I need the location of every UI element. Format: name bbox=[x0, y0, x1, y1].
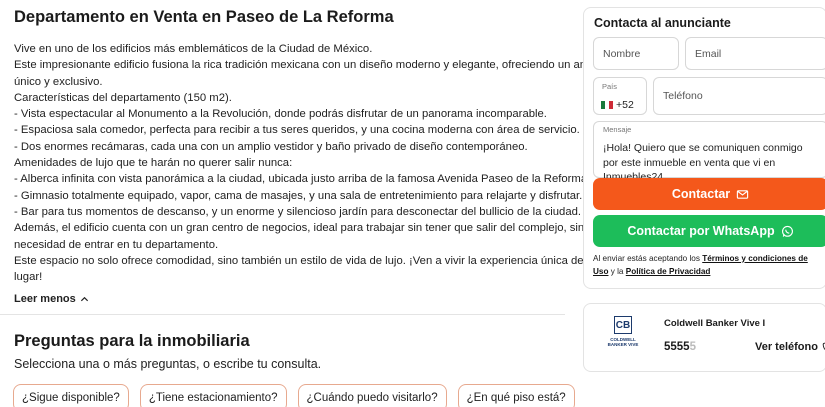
country-code-value: +52 bbox=[616, 99, 634, 111]
country-code-select[interactable]: País +52 bbox=[593, 77, 647, 115]
legal-text: Al enviar estás aceptando los Términos y… bbox=[593, 254, 808, 276]
phone-field[interactable]: Teléfono bbox=[653, 77, 825, 115]
description-line: Además, el edificio cuenta con un gran c… bbox=[14, 222, 585, 235]
read-less-label: Leer menos bbox=[14, 293, 76, 306]
contact-form-title: Contacta al anunciante bbox=[594, 16, 731, 30]
name-placeholder: Nombre bbox=[603, 47, 641, 60]
listing-description-section: Departamento en Venta en Paseo de La Ref… bbox=[14, 8, 620, 307]
description-line: - Alberca infinita con vista panorámica … bbox=[14, 173, 591, 186]
description-line: Este espacio no solo ofrece comodidad, s… bbox=[14, 254, 609, 267]
mexico-flag-icon bbox=[601, 101, 613, 109]
contact-form: Contacta al anunciante Nombre Email País… bbox=[583, 7, 825, 289]
questions-title: Preguntas para la inmobiliaria bbox=[14, 332, 250, 350]
whatsapp-button[interactable]: Contactar por WhatsApp bbox=[593, 215, 825, 247]
description-line: - Espaciosa sala comedor, perfecta para … bbox=[14, 124, 580, 137]
listing-description: Vive en uno de los edificios más emblemá… bbox=[14, 41, 620, 285]
agency-phone-masked: 55555 bbox=[664, 341, 696, 353]
description-line: - Dos enormes recámaras, cada una con un… bbox=[14, 140, 528, 153]
question-chip-parking[interactable]: ¿Tiene estacionamiento? bbox=[139, 384, 287, 407]
section-divider bbox=[0, 314, 565, 315]
message-label: Mensaje bbox=[603, 125, 632, 134]
agency-card: CB COLDWELL BANKER VIVE Coldwell Banker … bbox=[583, 303, 825, 372]
contact-button[interactable]: Contactar bbox=[593, 178, 825, 210]
name-field[interactable]: Nombre bbox=[593, 37, 679, 70]
question-chip-floor[interactable]: ¿En qué piso está? bbox=[457, 384, 575, 407]
coldwell-banker-logo-icon: CB bbox=[614, 316, 632, 334]
description-line: único y exclusivo. bbox=[14, 75, 103, 88]
see-phone-button[interactable]: Ver teléfono bbox=[755, 341, 825, 353]
question-chips: ¿Sigue disponible? ¿Tiene estacionamient… bbox=[13, 384, 575, 407]
mail-icon bbox=[737, 189, 749, 199]
email-field[interactable]: Email bbox=[685, 37, 825, 70]
questions-subtitle: Selecciona una o más preguntas, o escrib… bbox=[14, 357, 322, 371]
description-line: lugar! bbox=[14, 271, 43, 284]
agency-name: Coldwell Banker Vive I bbox=[664, 318, 766, 329]
country-label: País bbox=[602, 82, 618, 91]
description-line: - Gimnasio totalmente equipado, vapor, c… bbox=[14, 189, 583, 202]
email-placeholder: Email bbox=[695, 47, 722, 60]
agency-logo: CB COLDWELL BANKER VIVE bbox=[603, 316, 643, 364]
privacy-link[interactable]: Política de Privacidad bbox=[626, 267, 711, 276]
description-line: Este impresionante edificio fusiona la r… bbox=[14, 59, 620, 72]
listing-title: Departamento en Venta en Paseo de La Ref… bbox=[14, 8, 394, 26]
question-chip-available[interactable]: ¿Sigue disponible? bbox=[13, 384, 129, 407]
message-field[interactable]: Mensaje ¡Hola! Quiero que se comuniquen … bbox=[593, 121, 825, 183]
see-phone-label: Ver teléfono bbox=[755, 341, 818, 353]
whatsapp-button-label: Contactar por WhatsApp bbox=[627, 224, 775, 238]
description-line: necesidad de entrar en tu departamento. bbox=[14, 238, 219, 251]
question-chip-visit[interactable]: ¿Cuándo puedo visitarlo? bbox=[297, 384, 447, 407]
description-line: Vive en uno de los edificios más emblemá… bbox=[14, 43, 373, 55]
chevron-up-icon bbox=[80, 296, 88, 302]
description-line: Amenidades de lujo que te harán no quere… bbox=[14, 157, 293, 170]
description-line: Características del departamento (150 m2… bbox=[14, 91, 232, 104]
agency-logo-text: COLDWELL BANKER VIVE bbox=[607, 337, 639, 347]
description-line: - Bar para tus momentos de descanso, y u… bbox=[14, 205, 582, 218]
phone-placeholder: Teléfono bbox=[663, 90, 703, 102]
whatsapp-icon bbox=[781, 225, 793, 237]
description-line: - Vista espectacular al Monumento a la R… bbox=[14, 108, 547, 121]
contact-button-label: Contactar bbox=[671, 187, 731, 201]
read-less-link[interactable]: Leer menos bbox=[14, 293, 89, 305]
